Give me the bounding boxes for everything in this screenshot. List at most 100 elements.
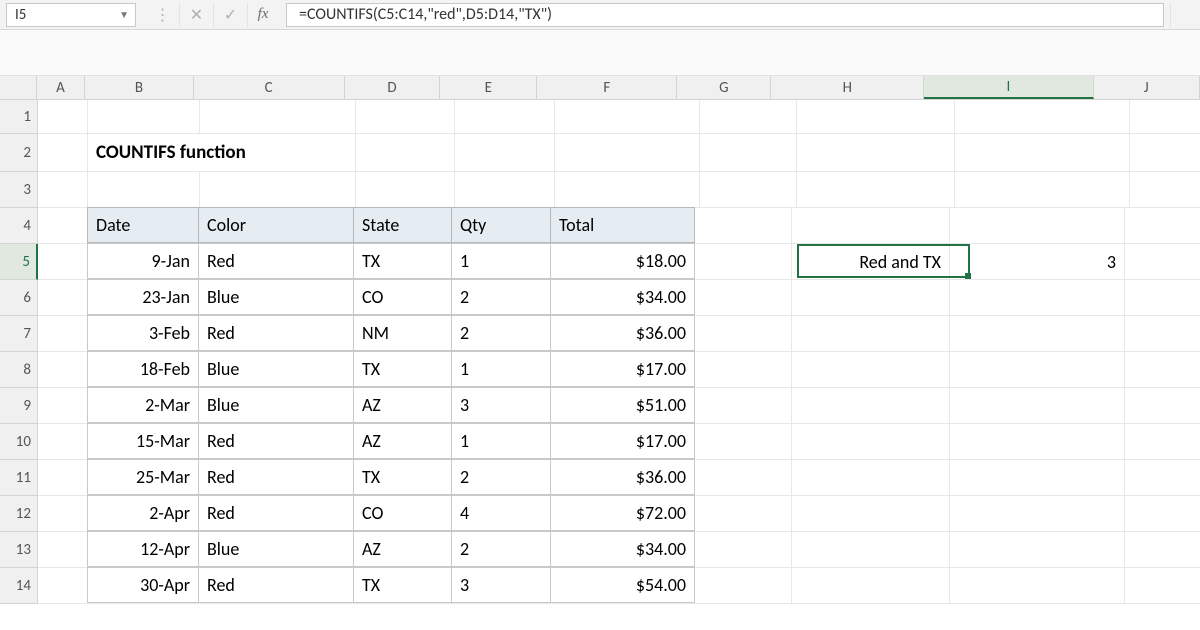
cell-color[interactable]: Red: [198, 423, 354, 459]
col-header-J[interactable]: J: [1094, 76, 1200, 99]
cell-color[interactable]: Blue: [198, 387, 354, 423]
cell-date[interactable]: 25-Mar: [87, 459, 199, 495]
cell-date[interactable]: 30-Apr: [87, 567, 199, 603]
cell-H1[interactable]: [797, 100, 955, 133]
cell-A9[interactable]: [38, 388, 88, 423]
cell-J3[interactable]: [1130, 172, 1200, 207]
cell-J9[interactable]: [1125, 388, 1200, 423]
cell-I3[interactable]: [955, 172, 1130, 207]
cell-H9[interactable]: [792, 388, 950, 423]
cell-G5[interactable]: [695, 244, 792, 279]
cell-C3[interactable]: [200, 172, 356, 207]
cell-H8[interactable]: [792, 352, 950, 387]
cancel-icon[interactable]: ✕: [180, 3, 214, 27]
cell-G1[interactable]: [700, 100, 797, 133]
row-header-5[interactable]: 5: [0, 244, 38, 280]
cell-G3[interactable]: [700, 172, 797, 207]
cell-color[interactable]: Red: [198, 567, 354, 603]
cell-G10[interactable]: [695, 424, 792, 459]
cell-A5[interactable]: [38, 244, 88, 279]
cell-J4[interactable]: [1125, 208, 1200, 243]
row-header-11[interactable]: 11: [0, 460, 38, 496]
cell-color[interactable]: Red: [198, 495, 354, 531]
cell-G8[interactable]: [695, 352, 792, 387]
cell-date[interactable]: 9-Jan: [87, 243, 199, 279]
cell-G13[interactable]: [695, 532, 792, 567]
cell-date[interactable]: 23-Jan: [87, 279, 199, 315]
cell-I7[interactable]: [950, 316, 1125, 351]
cell-total[interactable]: $34.00: [550, 279, 695, 315]
cell-J14[interactable]: [1125, 568, 1200, 603]
col-header-E[interactable]: E: [440, 76, 537, 99]
cell-I14[interactable]: [950, 568, 1125, 603]
cell-state[interactable]: AZ: [353, 423, 452, 459]
cell-J1[interactable]: [1130, 100, 1200, 133]
cell-I6[interactable]: [950, 280, 1125, 315]
cell-state[interactable]: TX: [353, 243, 452, 279]
cell-total[interactable]: $54.00: [550, 567, 695, 603]
cell-J11[interactable]: [1125, 460, 1200, 495]
cell-A7[interactable]: [38, 316, 88, 351]
cell-qty[interactable]: 2: [451, 315, 551, 351]
col-header-I[interactable]: I: [924, 76, 1093, 99]
cell-qty[interactable]: 1: [451, 423, 551, 459]
formula-input[interactable]: =COUNTIFS(C5:C14,"red",D5:D14,"TX"): [286, 3, 1164, 27]
cell-qty[interactable]: 3: [451, 387, 551, 423]
cell-total[interactable]: $17.00: [550, 351, 695, 387]
cell-I9[interactable]: [950, 388, 1125, 423]
cell-H14[interactable]: [792, 568, 950, 603]
col-header-B[interactable]: B: [85, 76, 193, 99]
cell-grid[interactable]: COUNTIFS function: [38, 100, 1200, 604]
cell-A4[interactable]: [38, 208, 88, 243]
cell-J5[interactable]: [1125, 244, 1200, 279]
cell-qty[interactable]: 2: [451, 531, 551, 567]
row-header-4[interactable]: 4: [0, 208, 38, 244]
cell-state[interactable]: TX: [353, 459, 452, 495]
formula-expand-icon[interactable]: [1170, 3, 1200, 27]
cell-G9[interactable]: [695, 388, 792, 423]
cell-H12[interactable]: [792, 496, 950, 531]
cell-state[interactable]: AZ: [353, 387, 452, 423]
cell-date[interactable]: 15-Mar: [87, 423, 199, 459]
cell-G11[interactable]: [695, 460, 792, 495]
col-header-D[interactable]: D: [345, 76, 441, 99]
cell-state[interactable]: NM: [353, 315, 452, 351]
cell-F3[interactable]: [555, 172, 700, 207]
cell-A11[interactable]: [38, 460, 88, 495]
col-header-H[interactable]: H: [771, 76, 924, 99]
cell-I11[interactable]: [950, 460, 1125, 495]
cell-state[interactable]: TX: [353, 567, 452, 603]
row-header-7[interactable]: 7: [0, 316, 38, 352]
cell-G14[interactable]: [695, 568, 792, 603]
col-header-G[interactable]: G: [677, 76, 771, 99]
cell-date[interactable]: 3-Feb: [87, 315, 199, 351]
cell-total[interactable]: $36.00: [550, 315, 695, 351]
cell-J10[interactable]: [1125, 424, 1200, 459]
cell-I12[interactable]: [950, 496, 1125, 531]
cell-color[interactable]: Red: [198, 243, 354, 279]
col-header-C[interactable]: C: [194, 76, 345, 99]
cell-J6[interactable]: [1125, 280, 1200, 315]
cell-J12[interactable]: [1125, 496, 1200, 531]
row-header-10[interactable]: 10: [0, 424, 38, 460]
col-header-A[interactable]: A: [37, 76, 85, 99]
cell-D1[interactable]: [356, 100, 455, 133]
cell-A3[interactable]: [38, 172, 88, 207]
cell-H2[interactable]: [797, 134, 955, 171]
cell-D3[interactable]: [356, 172, 455, 207]
cell-G4[interactable]: [695, 208, 792, 243]
cell-A13[interactable]: [38, 532, 88, 567]
cell-state[interactable]: AZ: [353, 531, 452, 567]
cell-total[interactable]: $17.00: [550, 423, 695, 459]
table-header-date[interactable]: Date: [87, 207, 199, 243]
cell-date[interactable]: 2-Mar: [87, 387, 199, 423]
cell-A6[interactable]: [38, 280, 88, 315]
row-header-6[interactable]: 6: [0, 280, 38, 316]
cell-A2[interactable]: [38, 134, 88, 171]
cell-H7[interactable]: [792, 316, 950, 351]
row-header-9[interactable]: 9: [0, 388, 38, 424]
cell-color[interactable]: Red: [198, 459, 354, 495]
result-label[interactable]: Red and TX: [792, 244, 950, 279]
row-header-13[interactable]: 13: [0, 532, 38, 568]
cell-state[interactable]: CO: [353, 495, 452, 531]
